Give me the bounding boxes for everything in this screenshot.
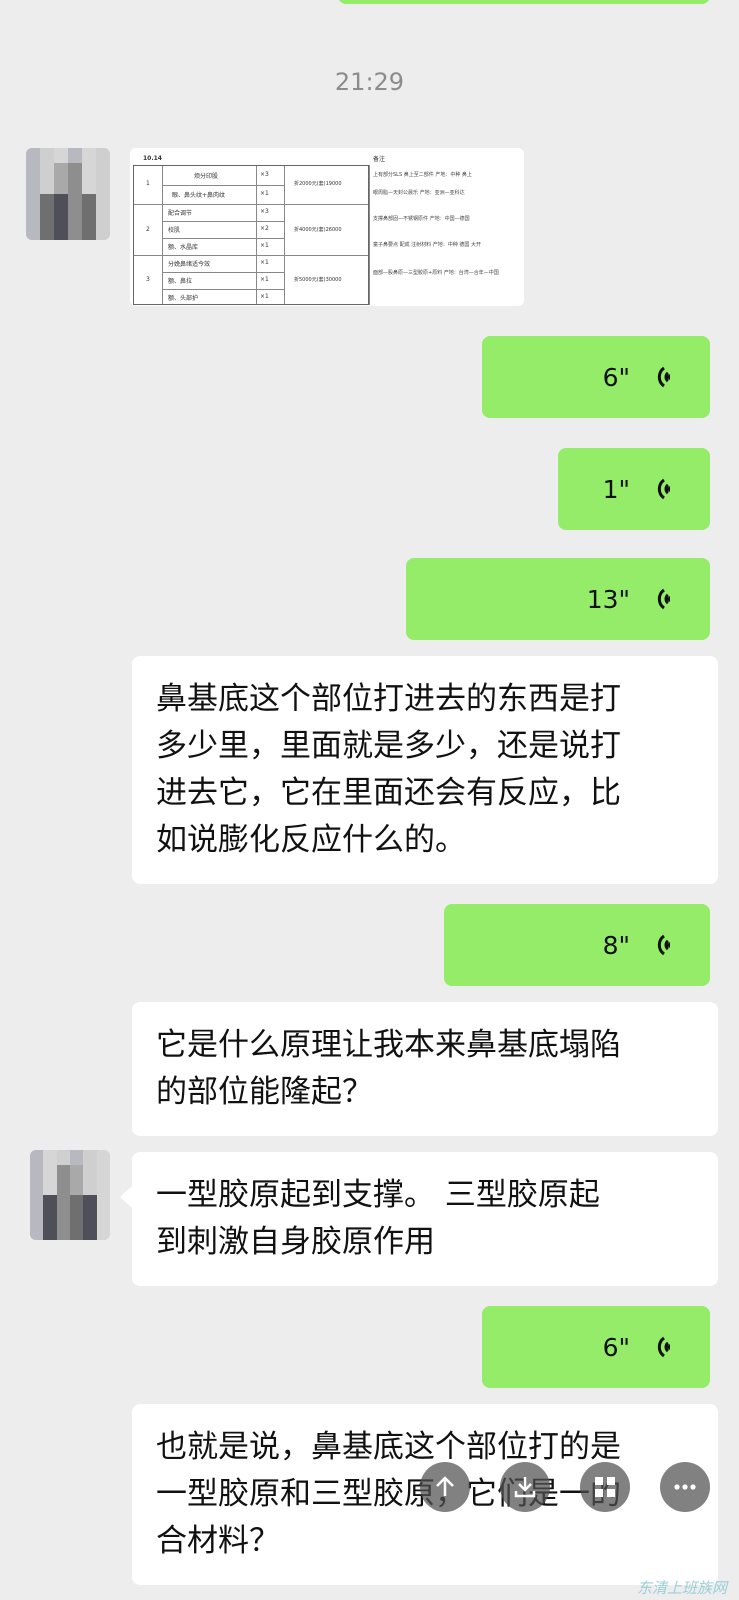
download-icon (514, 1477, 536, 1498)
voice-message[interactable]: 13" (406, 558, 710, 640)
item-qty: ×3 (260, 171, 269, 178)
text-message[interactable]: 它是什么原理让我本来鼻基底塌陷 的部位能隆起？ (132, 1002, 718, 1136)
voice-message[interactable]: 6" (482, 336, 710, 418)
voice-duration: 6" (602, 1332, 630, 1362)
grid-icon (595, 1477, 615, 1497)
item-name: 眼、鼻头纹+鼻肉纹 (172, 192, 226, 199)
item-qty: ×1 (260, 259, 269, 266)
text-message[interactable]: 一型胶原起到支撑。 三型胶原起 到刺激自身胶原作用 (132, 1152, 718, 1286)
watermark: 东清上班族网 (636, 1579, 727, 1597)
more-icon (674, 1484, 696, 1490)
voice-wave-icon (657, 588, 670, 610)
item-name: 分娩鼻绪适今效 (168, 261, 211, 268)
voice-wave-icon (657, 366, 670, 388)
spreadsheet-image: 10.14 1 烦分印股 ×3 眼、鼻头纹+鼻肉纹 ×1 折2000元(套)19… (133, 151, 521, 305)
voice-wave-icon (657, 478, 670, 500)
notes-title: 备注 (373, 156, 386, 163)
voice-duration: 13" (586, 584, 630, 614)
avatar[interactable] (26, 148, 110, 240)
previous-message-bubble[interactable] (338, 0, 710, 4)
row-price: 折2000元(套)19000 (294, 181, 342, 187)
message-line: 合材料？ (156, 1523, 280, 1559)
item-qty: ×1 (260, 293, 269, 300)
voice-duration: 6" (602, 362, 630, 392)
more-button[interactable] (660, 1462, 710, 1512)
message-line: 鼻基底这个部位打进去的东西是打 (156, 681, 621, 717)
row-number: 3 (146, 276, 150, 283)
message-line: 进去它，它在里面还会有反应，比 (156, 775, 621, 811)
voice-message[interactable]: 8" (444, 904, 710, 986)
item-name: 额、水晶库 (168, 244, 199, 251)
note-line: 面部—股鼻原—三型胶原+原料 产地：台湾—合年—中国 (373, 270, 499, 276)
message-timestamp: 21:29 (334, 68, 405, 96)
bubble-tail (120, 1186, 132, 1208)
message-line: 如说膨化反应什么的。 (156, 822, 466, 858)
image-message[interactable]: 10.14 1 烦分印股 ×3 眼、鼻头纹+鼻肉纹 ×1 折2000元(套)19… (130, 148, 524, 306)
message-line: 到刺激自身胶原作用 (156, 1224, 435, 1260)
item-qty: ×1 (260, 242, 269, 249)
item-name: 额、鼻拉 (168, 278, 193, 285)
voice-wave-icon (657, 1336, 670, 1358)
voice-duration: 1" (602, 474, 630, 504)
item-qty: ×2 (260, 225, 269, 232)
download-button[interactable] (500, 1462, 550, 1512)
avatar[interactable] (30, 1150, 110, 1240)
message-line: 的部位能隆起？ (156, 1074, 373, 1110)
row-price: 折5000元(套)30000 (294, 277, 342, 283)
item-name: 烦分印股 (194, 173, 219, 180)
share-icon (436, 1476, 454, 1496)
share-button[interactable] (420, 1462, 470, 1512)
message-line: 多少里，里面就是多少，还是说打 (156, 728, 621, 764)
message-line: 一型胶原起到支撑。 三型胶原起 (156, 1177, 600, 1213)
item-qty: ×1 (260, 190, 269, 197)
item-qty: ×3 (260, 208, 269, 215)
sheet-table: 1 烦分印股 ×3 眼、鼻头纹+鼻肉纹 ×1 折2000元(套)19000 2 … (133, 165, 369, 305)
message-line: 它是什么原理让我本来鼻基底塌陷 (156, 1027, 621, 1063)
voice-message[interactable]: 6" (482, 1306, 710, 1388)
more-apps-button[interactable] (580, 1462, 630, 1512)
row-price: 折4000元(套)26000 (294, 227, 342, 233)
voice-duration: 8" (602, 930, 630, 960)
note-line: 眼周脂—天封公晨乐 产地：亚洲—亚科达 (373, 190, 465, 196)
row-number: 1 (146, 180, 150, 187)
item-name: 配合调节 (168, 210, 193, 217)
item-qty: ×1 (260, 276, 269, 283)
voice-wave-icon (657, 934, 670, 956)
item-name: 校肌 (168, 227, 181, 234)
note-line: 童子鼻要点 配成 注射材料 产地：中种 德国 大开 (373, 242, 481, 248)
voice-message[interactable]: 1" (558, 448, 710, 530)
row-number: 2 (146, 226, 150, 233)
item-name: 额、头部护 (168, 295, 199, 302)
text-message[interactable]: 鼻基底这个部位打进去的东西是打 多少里，里面就是多少，还是说打 进去它，它在里面… (132, 656, 718, 884)
sheet-header: 10.14 (143, 155, 162, 162)
note-line: 上有部分SLS 鼻上至二部件 产地：中种 鼻上 (373, 172, 472, 178)
note-line: 支撑鼻部固—不锈钢原件 产地：中国—德国 (373, 216, 470, 222)
